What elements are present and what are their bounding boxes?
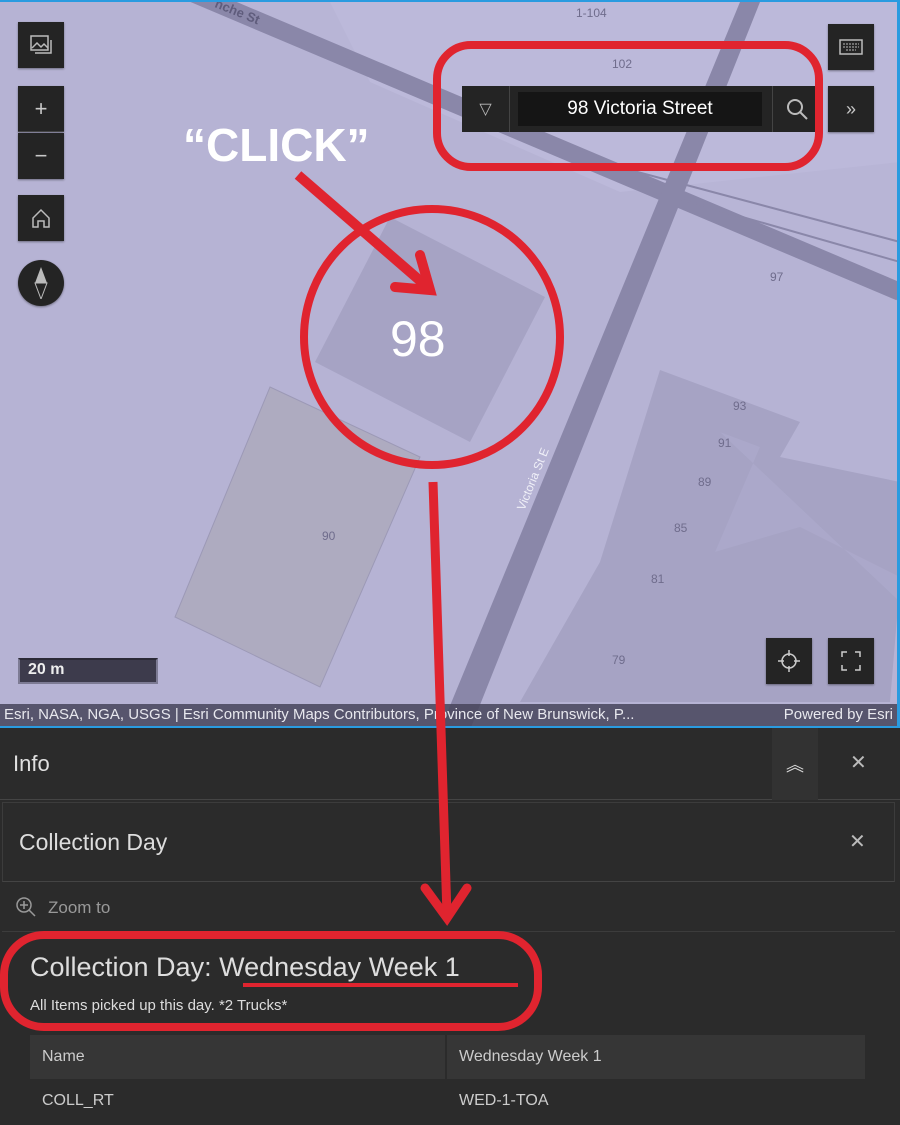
collection-description: All Items picked up this day. *2 Trucks* [30,997,288,1014]
compass-icon [34,267,48,299]
home-button[interactable] [18,195,64,241]
panel-header: Info ︽ ✕ [0,728,900,800]
zoom-in-magnifier-icon [16,896,36,917]
collection-day-heading: Collection Day: Wednesday Week 1 [30,952,460,983]
feature-card-header: Collection Day ✕ [2,802,895,882]
click-annotation-label: “CLICK” [183,119,370,171]
compass-button[interactable] [18,260,64,306]
feature-title: Collection Day [19,828,168,855]
table-header-row: Name Wednesday Week 1 [30,1035,865,1079]
search-widget: ▽ 98 Victoria Street [462,86,820,132]
basemap-button[interactable] [18,22,64,68]
panel-title: Info [13,750,50,776]
keyboard-icon [839,39,863,55]
fullscreen-button[interactable] [828,638,874,684]
address-label: 1-104 [576,6,607,20]
map-view[interactable]: nche St Victoria St E 1-104 102 97 93 91… [0,0,900,728]
search-input[interactable]: 98 Victoria Street [518,92,762,126]
info-panel: Info ︽ ✕ Collection Day ✕ Zoom to Collec… [0,728,900,1125]
table-cell: COLL_RT [30,1079,447,1123]
zoom-to-button[interactable]: Zoom to [2,884,895,932]
table-header: Wednesday Week 1 [459,1048,602,1065]
zoom-in-button[interactable]: + [18,86,64,132]
search-button[interactable] [772,86,820,132]
attribution-bar: Esri, NASA, NGA, USGS | Esri Community M… [0,704,897,726]
table-header: Name [30,1035,447,1079]
locate-button[interactable] [766,638,812,684]
expand-icon: » [845,98,856,119]
close-feature-button[interactable]: ✕ [849,829,866,854]
scale-bar: 20 m [18,658,158,684]
zoom-out-icon: − [34,143,48,168]
triangle-down-icon: ▽ [479,101,492,118]
search-source-dropdown[interactable]: ▽ [462,86,510,132]
home-icon [32,208,50,228]
address-label: 85 [674,521,688,535]
heading-prefix: Collection Day: [30,952,220,982]
parcel-number-label: 98 [390,311,446,367]
heading-value: Wednesday Week 1 [219,952,460,982]
address-label: 91 [718,436,732,450]
attribute-table: Name Wednesday Week 1 COLL_RT WED-1-TOA [30,1035,865,1123]
table-row: COLL_RT WED-1-TOA [30,1079,865,1123]
address-label: 102 [612,57,633,71]
powered-by-esri[interactable]: Powered by Esri [784,704,893,726]
zoom-in-icon: + [34,95,48,121]
address-label: 81 [651,572,665,586]
address-label: 90 [322,529,336,543]
address-label: 79 [612,653,626,667]
search-icon [786,99,808,120]
close-panel-button[interactable]: ✕ [850,750,867,775]
keyboard-button[interactable] [828,24,874,70]
attribution-text[interactable]: Esri, NASA, NGA, USGS | Esri Community M… [4,704,634,726]
chevrons-up-icon: ︽ [786,755,804,775]
zoom-out-button[interactable]: − [18,133,64,179]
zoom-to-label: Zoom to [48,897,111,917]
address-label: 93 [733,399,747,413]
expand-button[interactable]: » [828,86,874,132]
fullscreen-icon [841,651,861,671]
collapse-button[interactable]: ︽ [772,728,818,800]
basemap-icon [30,35,52,54]
address-label: 97 [770,270,784,284]
table-cell: WED-1-TOA [459,1092,549,1109]
address-label: 89 [698,475,712,489]
locate-icon [778,650,800,672]
